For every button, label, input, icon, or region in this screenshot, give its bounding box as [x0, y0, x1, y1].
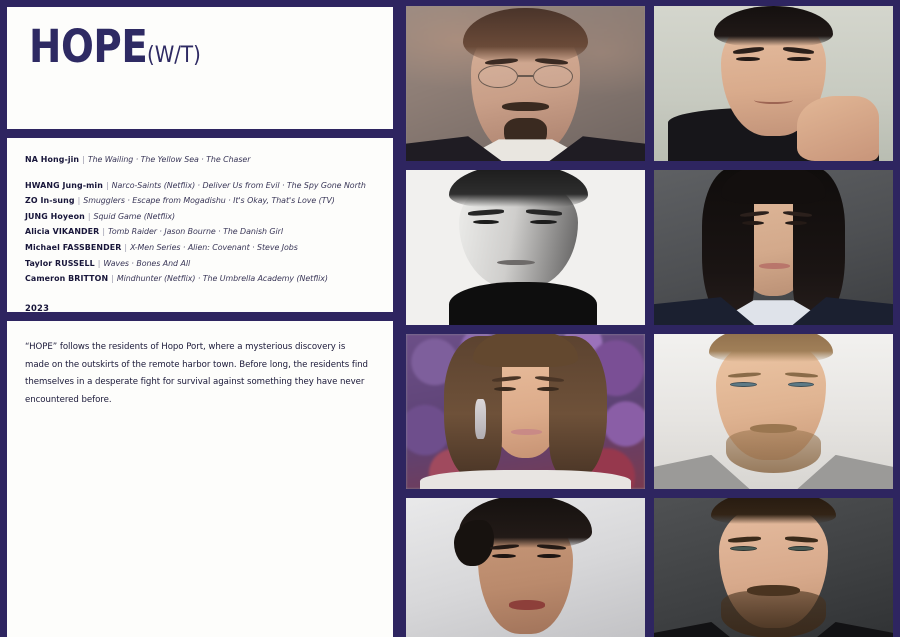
credit-row-cameron-britton: Cameron BRITTON | Mindhunter (Netflix) · T…	[25, 271, 379, 287]
portrait-image	[654, 334, 893, 489]
photo-cameron-britton[interactable]	[654, 498, 893, 637]
portrait-image	[406, 6, 645, 161]
synopsis-text: “HOPE” follows the residents of Hopo Por…	[25, 342, 368, 405]
portrait-image	[406, 170, 645, 325]
cast-name: ZO In-sung	[25, 196, 75, 206]
cast-name: Cameron BRITTON	[25, 274, 109, 284]
cast-name: HWANG Jung-min	[25, 180, 103, 190]
credit-row-director: NA Hong-jin | The Wailing · The Yellow Sea…	[25, 152, 379, 168]
credit-separator: |	[77, 196, 81, 206]
portrait-image	[406, 498, 645, 637]
credits-spacer	[25, 168, 379, 178]
photo-jung-hoyeon[interactable]	[654, 170, 893, 325]
title-working-title-tag: (W/T)	[146, 43, 201, 68]
portrait-image	[406, 334, 645, 489]
credits-card: NA Hong-jin | The Wailing · The Yellow Sea…	[7, 138, 393, 313]
cast-filmography: Tomb Raider · Jason Bourne · The Danish …	[108, 227, 283, 237]
credit-row-alicia-vikander: Alicia VIKANDER | Tomb Raider · Jason Bour…	[25, 224, 379, 240]
credit-separator: |	[124, 242, 128, 252]
cast-name: Taylor RUSSELL	[25, 258, 95, 268]
photo-taylor-russell[interactable]	[406, 498, 645, 637]
cast-photo-grid	[400, 0, 900, 637]
photo-zo-in-sung[interactable]	[406, 170, 645, 325]
credit-separator: |	[82, 155, 85, 164]
photo-hwang-jung-min[interactable]	[654, 6, 893, 161]
credit-separator: |	[102, 227, 106, 237]
cast-name: Michael FASSBENDER	[25, 242, 122, 252]
credit-row-hwang-jung-min: HWANG Jung-min | Narco-Saints (Netflix) · …	[25, 178, 379, 194]
portrait-image	[654, 170, 893, 325]
credit-separator: |	[111, 274, 114, 284]
cast-name: JUNG Hoyeon	[25, 211, 85, 221]
cast-filmography: Narco-Saints (Netflix) · Deliver Us from…	[111, 180, 366, 190]
cast-name: Alicia VIKANDER	[25, 227, 100, 237]
credit-row-taylor-russell: Taylor RUSSELL | Waves · Bones And All	[25, 256, 379, 272]
title-card: HOPE (W/T)	[7, 7, 393, 129]
director-filmography: The Wailing · The Yellow Sea · The Chase…	[87, 155, 251, 164]
director-name: NA Hong-jin	[25, 155, 80, 164]
cast-filmography: Mindhunter (Netflix) · The Umbrella Acad…	[116, 274, 328, 284]
credit-separator: |	[105, 180, 109, 190]
page-title: HOPE	[29, 20, 148, 73]
cast-filmography: Squid Game (Netflix)	[93, 211, 176, 221]
photo-michael-fassbender[interactable]	[654, 334, 893, 489]
photo-na-hong-jin[interactable]	[406, 6, 645, 161]
portrait-image	[654, 6, 893, 161]
info-column: HOPE (W/T) NA Hong-jin | The Wailing · The…	[0, 0, 400, 637]
title-row: HOPE (W/T)	[29, 24, 393, 69]
credit-row-zo-in-sung: ZO In-sung | Smugglers · Escape from Mogad…	[25, 193, 379, 209]
credit-separator: |	[87, 211, 91, 221]
cast-filmography: Smugglers · Escape from Mogadishu · It's…	[83, 196, 335, 206]
credit-row-jung-hoyeon: JUNG Hoyeon | Squid Game (Netflix)	[25, 209, 379, 225]
presentation-slide: HOPE (W/T) NA Hong-jin | The Wailing · The…	[0, 0, 900, 637]
portrait-image	[654, 498, 893, 637]
synopsis-card: “HOPE” follows the residents of Hopo Por…	[7, 321, 393, 637]
credit-row-michael-fassbender: Michael FASSBENDER | X-Men Series · Alien:…	[25, 240, 379, 256]
photo-alicia-vikander[interactable]	[406, 334, 645, 489]
cast-filmography: X-Men Series · Alien: Covenant · Steve J…	[130, 242, 298, 252]
cast-filmography: Waves · Bones And All	[103, 258, 191, 268]
release-year: 2023	[25, 302, 50, 313]
